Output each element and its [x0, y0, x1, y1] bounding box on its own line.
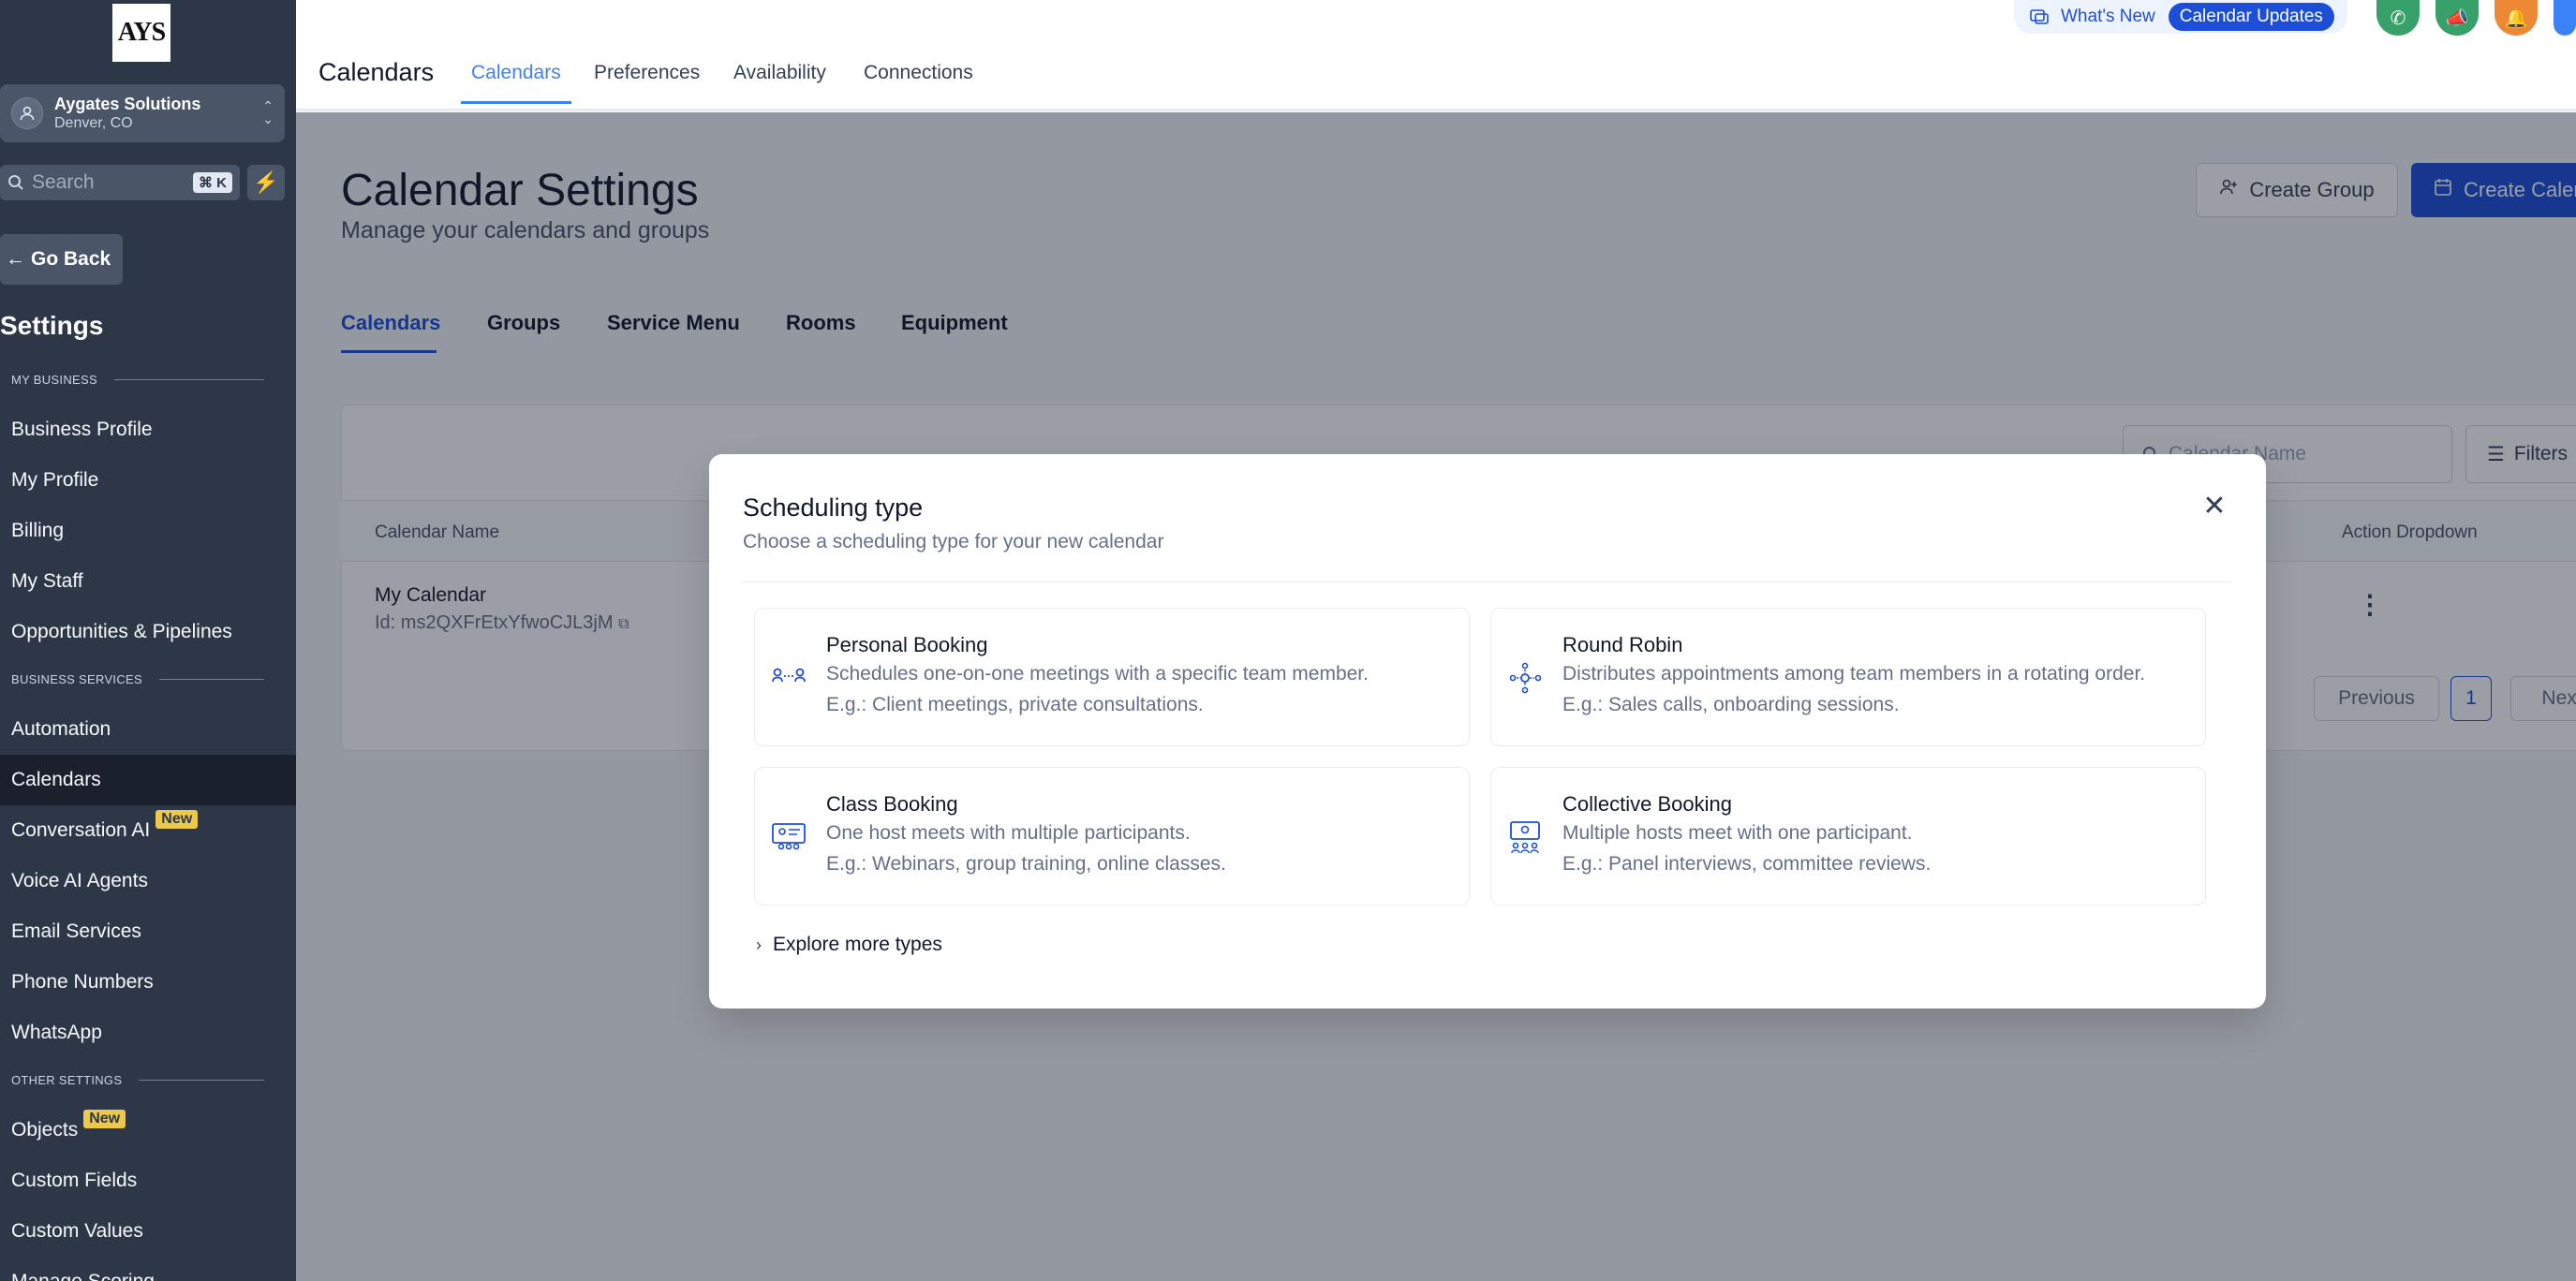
- sidebar-item-custom-values[interactable]: Custom Values: [0, 1206, 296, 1257]
- sidebar-item-my-staff[interactable]: My Staff: [0, 556, 296, 607]
- modal-subtitle: Choose a scheduling type for your new ca…: [743, 531, 1164, 552]
- go-back-label: Go Back: [31, 248, 111, 270]
- explore-more-types-toggle[interactable]: › Explore more types: [756, 934, 942, 956]
- app-title: Calendars: [318, 58, 435, 86]
- option-title: Personal Booking: [826, 633, 988, 656]
- modal-title: Scheduling type: [743, 493, 924, 522]
- tab-calendars[interactable]: Calendars: [471, 62, 561, 84]
- class-booking-icon: [772, 823, 806, 850]
- option-title: Class Booking: [826, 792, 958, 816]
- search-shortcut: ⌘ K: [193, 172, 232, 193]
- whats-new-label: What's New: [2061, 7, 2155, 26]
- option-example: E.g.: Sales calls, onboarding sessions.: [1562, 694, 1900, 715]
- sidebar-item-voice-ai[interactable]: Voice AI Agents: [0, 856, 296, 906]
- calendar-updates-button[interactable]: Calendar Updates: [2168, 3, 2334, 31]
- account-switcher[interactable]: Aygates Solutions Denver, CO ⌃ ⌄: [0, 84, 285, 142]
- option-example: E.g.: Client meetings, private consultat…: [826, 694, 1204, 715]
- new-badge: New: [83, 1110, 126, 1128]
- option-description: Distributes appointments among team memb…: [1562, 663, 2146, 685]
- quick-action-bolt-icon[interactable]: ⚡: [247, 165, 285, 200]
- option-example: E.g.: Panel interviews, committee review…: [1562, 853, 1932, 875]
- collective-booking-icon: [1510, 821, 1540, 854]
- sidebar-item-conversation-ai[interactable]: Conversation AI New: [0, 805, 296, 856]
- sidebar-item-billing[interactable]: Billing: [0, 506, 296, 556]
- settings-heading: Settings: [0, 311, 104, 340]
- option-title: Collective Booking: [1562, 792, 1732, 816]
- section-my-business: MY BUSINESS: [11, 373, 264, 387]
- whats-new-bar[interactable]: What's New Calendar Updates: [2014, 0, 2347, 34]
- sidebar-item-phone-numbers[interactable]: Phone Numbers: [0, 957, 296, 1008]
- arrow-left-icon: ←: [6, 248, 25, 270]
- option-round-robin[interactable]: Round Robin Distributes appointments amo…: [1490, 608, 2206, 746]
- sidebar-item-my-profile[interactable]: My Profile: [0, 455, 296, 506]
- option-personal-booking[interactable]: Personal Booking Schedules one-on-one me…: [754, 608, 1470, 746]
- option-collective-booking[interactable]: Collective Booking Multiple hosts meet w…: [1490, 767, 2206, 906]
- option-class-booking[interactable]: Class Booking One host meets with multip…: [754, 767, 1470, 906]
- option-description: Schedules one-on-one meetings with a spe…: [826, 663, 1369, 685]
- search-icon: [8, 175, 23, 190]
- account-location: Denver, CO: [54, 115, 133, 131]
- scheduling-type-modal: Scheduling type Choose a scheduling type…: [709, 454, 2266, 1009]
- tab-connections[interactable]: Connections: [864, 62, 973, 84]
- sidebar-search[interactable]: Search ⌘ K: [0, 165, 240, 200]
- option-title: Round Robin: [1562, 633, 1683, 656]
- location-avatar-icon: [11, 97, 43, 129]
- search-placeholder: Search: [32, 171, 95, 193]
- sidebar-item-automation[interactable]: Automation: [0, 704, 296, 755]
- sidebar-item-business-profile[interactable]: Business Profile: [0, 405, 296, 455]
- company-logo: AYS: [112, 4, 170, 62]
- tab-availability[interactable]: Availability: [733, 62, 826, 84]
- sidebar-item-calendars[interactable]: Calendars: [0, 755, 296, 805]
- sidebar: AYS Aygates Solutions Denver, CO ⌃ ⌄ Sear…: [0, 0, 296, 1281]
- close-icon[interactable]: ✕: [2197, 488, 2232, 523]
- option-example: E.g.: Webinars, group training, online c…: [826, 853, 1226, 875]
- sidebar-item-objects[interactable]: Objects New: [0, 1105, 296, 1156]
- sidebar-item-manage-scoring[interactable]: Manage Scoring: [0, 1257, 296, 1281]
- tab-preferences[interactable]: Preferences: [594, 62, 700, 84]
- chevron-up-down-icon: ⌃ ⌄: [262, 98, 274, 126]
- chevron-right-icon: ›: [756, 935, 762, 954]
- option-description: Multiple hosts meet with one participant…: [1562, 822, 1913, 844]
- section-other-settings: OTHER SETTINGS: [11, 1073, 265, 1087]
- sidebar-item-whatsapp[interactable]: WhatsApp: [0, 1008, 296, 1058]
- account-name: Aygates Solutions: [54, 95, 201, 113]
- go-back-button[interactable]: ← Go Back: [0, 234, 123, 285]
- option-description: One host meets with multiple participant…: [826, 822, 1191, 844]
- round-robin-icon: [1509, 662, 1542, 694]
- new-badge: New: [155, 810, 199, 829]
- sidebar-item-custom-fields[interactable]: Custom Fields: [0, 1156, 296, 1206]
- sidebar-item-opportunities[interactable]: Opportunities & Pipelines: [0, 607, 296, 657]
- active-tab-indicator: [461, 101, 571, 104]
- personal-booking-icon: [772, 668, 806, 683]
- whats-new-icon: [2030, 9, 2049, 24]
- section-business-services: BUSINESS SERVICES: [11, 672, 264, 686]
- help-icon[interactable]: [2554, 0, 2576, 36]
- sidebar-item-email-services[interactable]: Email Services: [0, 906, 296, 957]
